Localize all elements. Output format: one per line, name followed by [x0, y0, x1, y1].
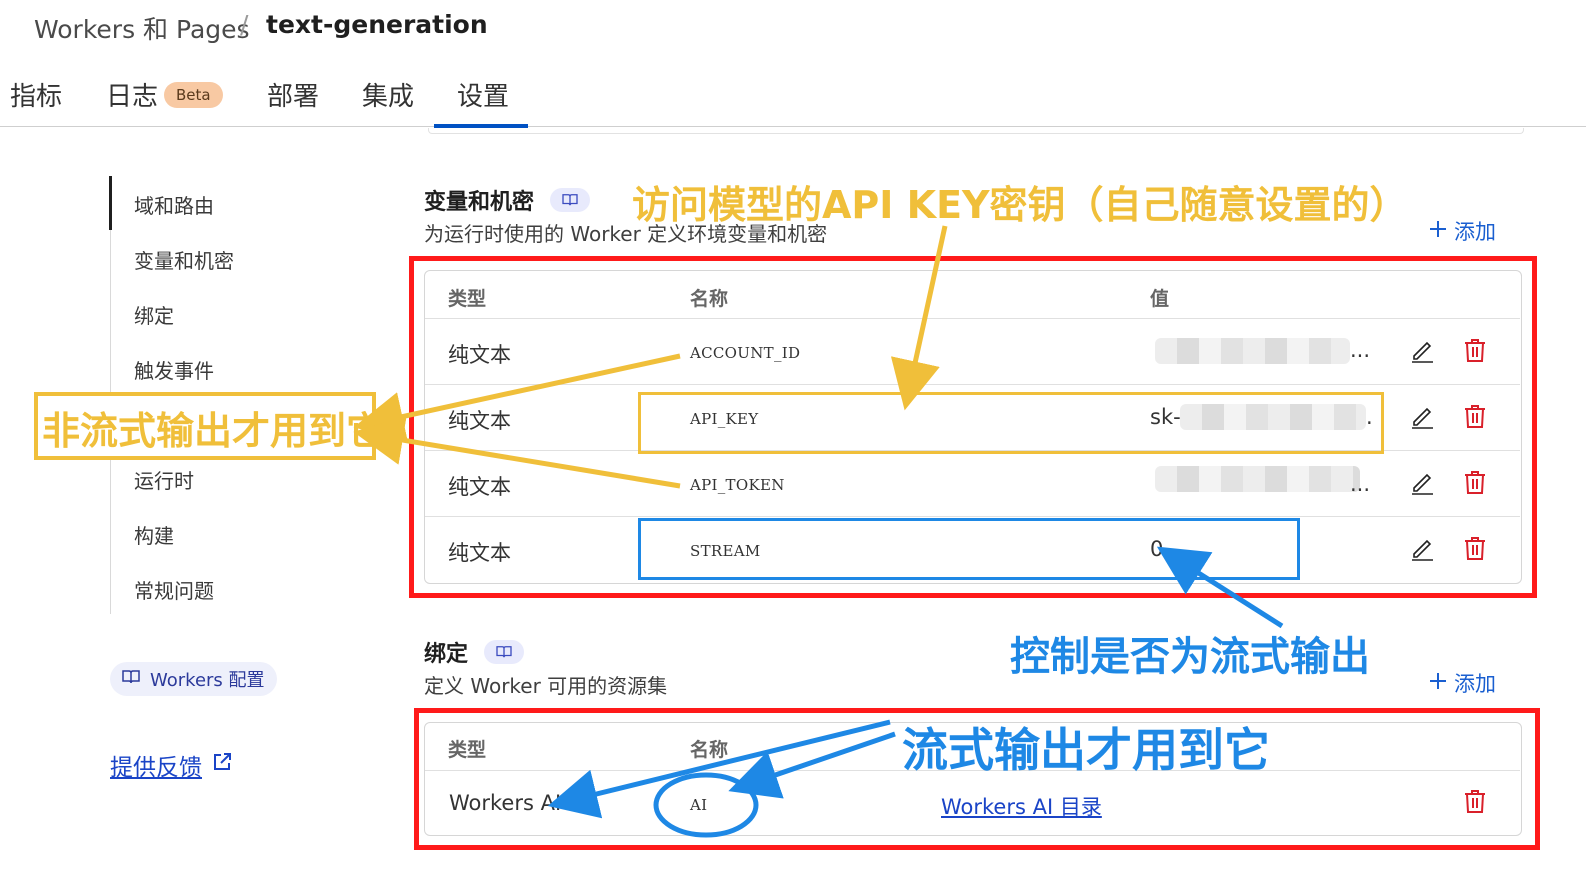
api-token-arrow: [353, 415, 681, 489]
workers-ai-arrow: [547, 719, 891, 819]
api-key-arrow: [890, 225, 948, 411]
ai-binding-arrow: [728, 731, 896, 799]
stream-arrow: [1156, 546, 1284, 629]
account-id-arrow: [353, 353, 681, 442]
ai-circle: [653, 772, 759, 838]
annotation-arrows: [353, 225, 1284, 838]
